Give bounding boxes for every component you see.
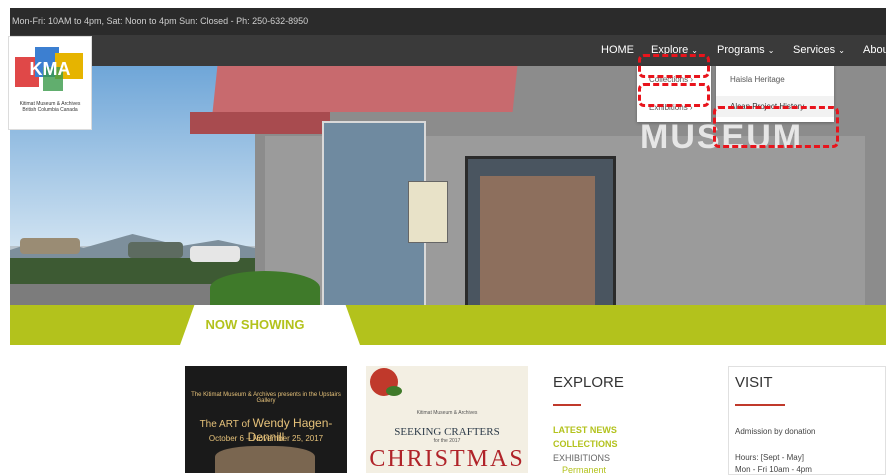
car xyxy=(20,238,80,254)
explore-heading: EXPLORE xyxy=(553,374,624,391)
logo-caption: Kitimat Museum & Archives British Columb… xyxy=(11,101,89,113)
chevron-down-icon: ⌄ xyxy=(838,46,845,55)
annotation-marker xyxy=(713,106,839,148)
nav-programs-label: Programs xyxy=(717,44,765,56)
card1-mask-image xyxy=(215,446,315,473)
car xyxy=(128,242,183,258)
card2-big: CHRISTMAS xyxy=(369,446,525,472)
explore-link-exhibitions[interactable]: EXHIBITIONS xyxy=(553,453,610,463)
now-showing-label: NOW SHOWING xyxy=(205,317,305,332)
explore-link-collections[interactable]: COLLECTIONS xyxy=(553,439,618,449)
annotation-marker xyxy=(638,54,710,78)
building-door-interior xyxy=(480,176,595,305)
car xyxy=(190,246,240,262)
nav-services[interactable]: Services ⌄ xyxy=(793,35,845,66)
card1-dates: October 6 – November 25, 2017 xyxy=(208,434,324,443)
card1-intro: The Kitimat Museum & Archives presents i… xyxy=(191,392,341,404)
building-overhang xyxy=(212,66,518,112)
annotation-marker xyxy=(638,83,710,107)
nav-about-label: Abou xyxy=(863,44,889,56)
explore-link-latest-news[interactable]: LATEST NEWS xyxy=(553,425,617,435)
hours-text: Mon-Fri: 10AM to 4pm, Sat: Noon to 4pm S… xyxy=(12,16,309,26)
visit-admission: Admission by donation xyxy=(735,427,816,436)
card2-intro: Kitimat Museum & Archives xyxy=(416,410,478,416)
nav-home[interactable]: HOME xyxy=(601,35,634,66)
exhibit-card-christmas[interactable]: Kitimat Museum & Archives SEEKING CRAFTE… xyxy=(366,366,528,473)
hero-bush xyxy=(210,271,320,305)
visit-hours: Hours: [Sept - May] xyxy=(735,453,804,462)
explore-link-permanent[interactable]: Permanent xyxy=(562,465,606,475)
leaf-icon xyxy=(386,386,402,396)
logo-letters: KMA xyxy=(30,59,71,79)
chevron-down-icon: ⌄ xyxy=(767,46,775,55)
site-logo[interactable]: KMA Kitimat Museum & Archives British Co… xyxy=(8,36,92,130)
visit-heading: VISIT xyxy=(735,374,773,391)
logo-caption-line2: British Columbia Canada xyxy=(22,107,78,113)
building-overhang-lower xyxy=(190,112,330,134)
visit-divider xyxy=(735,404,785,406)
top-info-bar: Mon-Fri: 10AM to 4pm, Sat: Noon to 4pm S… xyxy=(10,8,886,35)
card1-title-prefix: The ART of xyxy=(199,419,250,430)
card2-title: SEEKING CRAFTERS xyxy=(394,426,500,438)
main-nav: HOME Explore ⌄ Programs ⌄ Services ⌄ Abou xyxy=(10,35,889,66)
building-poster xyxy=(408,181,448,243)
exhibit-card-wendy[interactable]: The Kitimat Museum & Archives presents i… xyxy=(185,366,347,473)
nav-home-label: HOME xyxy=(601,44,634,56)
explore-divider xyxy=(553,404,581,406)
submenu-item-haisla-heritage[interactable]: Haisla Heritage xyxy=(730,75,785,84)
logo-mark-icon: KMA xyxy=(15,47,83,91)
card2-sub: for the 2017 xyxy=(433,438,461,444)
nav-programs[interactable]: Programs ⌄ xyxy=(717,35,774,66)
now-showing-band xyxy=(10,305,886,345)
nav-services-label: Services xyxy=(793,44,836,56)
nav-about[interactable]: Abou xyxy=(863,35,889,66)
